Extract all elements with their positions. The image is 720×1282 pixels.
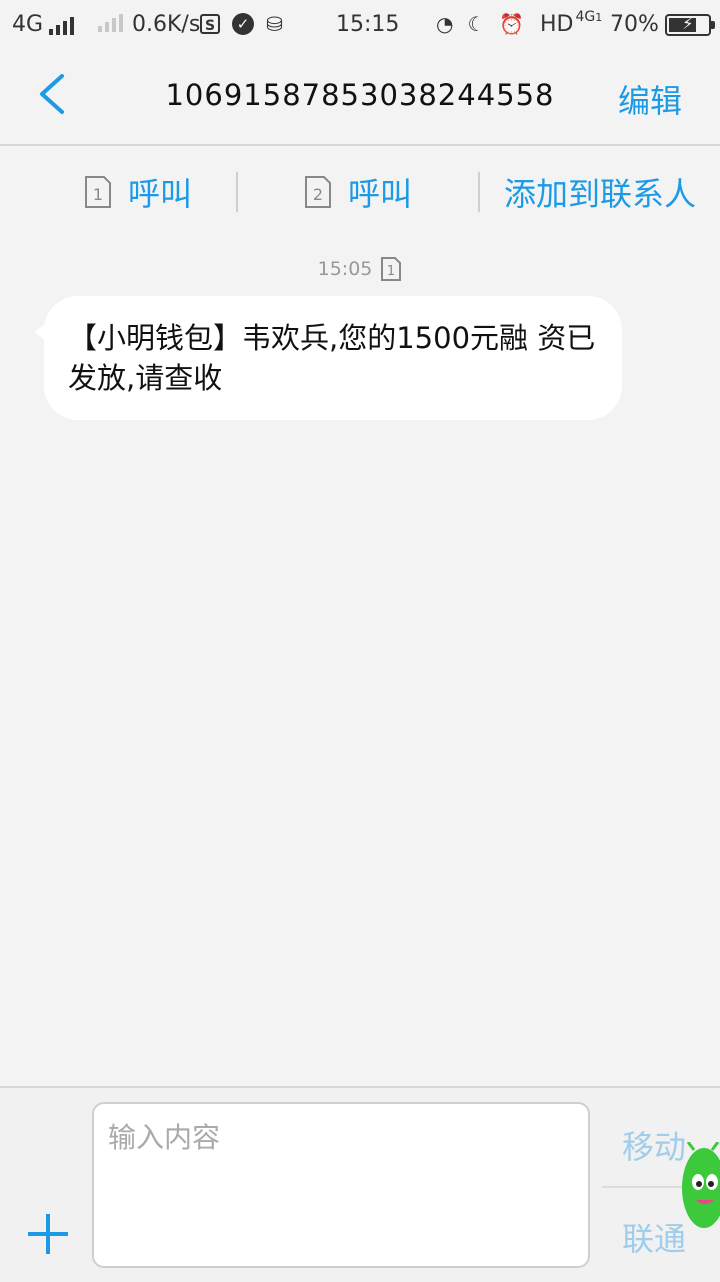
nfc-icon: ◔ bbox=[436, 12, 454, 36]
edit-button[interactable]: 编辑 bbox=[618, 76, 682, 122]
page-title: 10691587853038244558 bbox=[165, 78, 555, 112]
call-sim1-button[interactable]: 1 呼叫 bbox=[40, 146, 236, 238]
status-icons-right: ◔ ☾ ⏰ bbox=[436, 12, 524, 36]
message-text: 【小明钱包】韦欢兵,您的1500元融 资已发放,请查收 bbox=[68, 321, 596, 395]
composer-bar: 移动 联通 bbox=[0, 1086, 720, 1282]
send-button-group: 移动 联通 bbox=[602, 1102, 720, 1282]
status-bar: 4G 0.6K/s S ✓ ⛁ 15:15 ◔ ☾ ⏰ HD 4G1 70% ⚡ bbox=[0, 0, 720, 50]
add-to-contacts-label: 添加到联系人 bbox=[503, 175, 696, 213]
action-bar: 1 呼叫 2 呼叫 添加到联系人 bbox=[0, 146, 720, 238]
mascot-sticker-icon bbox=[682, 1142, 720, 1228]
message-bubble[interactable]: 【小明钱包】韦欢兵,您的1500元融 资已发放,请查收 bbox=[34, 296, 622, 420]
battery-icon: ⚡ bbox=[664, 13, 715, 36]
svg-text:1: 1 bbox=[93, 185, 103, 204]
call-sim2-label: 呼叫 bbox=[347, 175, 412, 213]
alarm-icon: ⏰ bbox=[499, 12, 525, 36]
message-timestamp: 15:05 1 bbox=[0, 256, 720, 282]
sim-card-1-icon: 1 bbox=[381, 257, 402, 281]
check-circle-icon: ✓ bbox=[232, 13, 254, 35]
add-to-contacts-button[interactable]: 添加到联系人 bbox=[480, 146, 720, 238]
add-attachment-button[interactable] bbox=[28, 1214, 68, 1254]
charging-bolt-icon: ⚡ bbox=[682, 13, 694, 33]
clock: 15:15 bbox=[336, 12, 400, 37]
sim-card-1-icon: 1 bbox=[84, 176, 111, 208]
moon-icon: ☾ bbox=[467, 12, 486, 36]
signal-group-sim1: 4G bbox=[12, 12, 75, 37]
message-list[interactable]: 15:05 1 【小明钱包】韦欢兵,您的1500元融 资已发放,请查收 bbox=[0, 238, 720, 1086]
svg-text:1: 1 bbox=[387, 264, 395, 279]
signal-group-sim2 bbox=[92, 12, 123, 32]
network-type-2: 4G1 bbox=[575, 8, 603, 25]
call-sim2-button[interactable]: 2 呼叫 bbox=[238, 146, 478, 238]
message-input[interactable] bbox=[92, 1102, 590, 1268]
svg-text:2: 2 bbox=[313, 185, 323, 204]
signal-strength-sim2-icon bbox=[98, 12, 123, 32]
conversation-header: 10691587853038244558 编辑 bbox=[0, 50, 720, 146]
battery-group: 70% ⚡ bbox=[610, 12, 715, 37]
sim-card-2-icon: 2 bbox=[304, 176, 331, 208]
notification-icons: S ✓ ⛁ bbox=[200, 12, 283, 36]
chevron-left-icon bbox=[40, 74, 64, 114]
back-button[interactable] bbox=[36, 72, 92, 122]
call-sim1-label: 呼叫 bbox=[127, 175, 192, 213]
database-icon: ⛁ bbox=[266, 12, 283, 36]
signal-strength-icon bbox=[49, 15, 75, 35]
s-app-icon: S bbox=[200, 14, 220, 34]
battery-percent: 70% bbox=[610, 12, 659, 37]
hd-indicator: HD 4G1 bbox=[540, 8, 603, 38]
network-type: 4G bbox=[12, 12, 44, 37]
network-speed: 0.6K/s bbox=[132, 12, 201, 37]
